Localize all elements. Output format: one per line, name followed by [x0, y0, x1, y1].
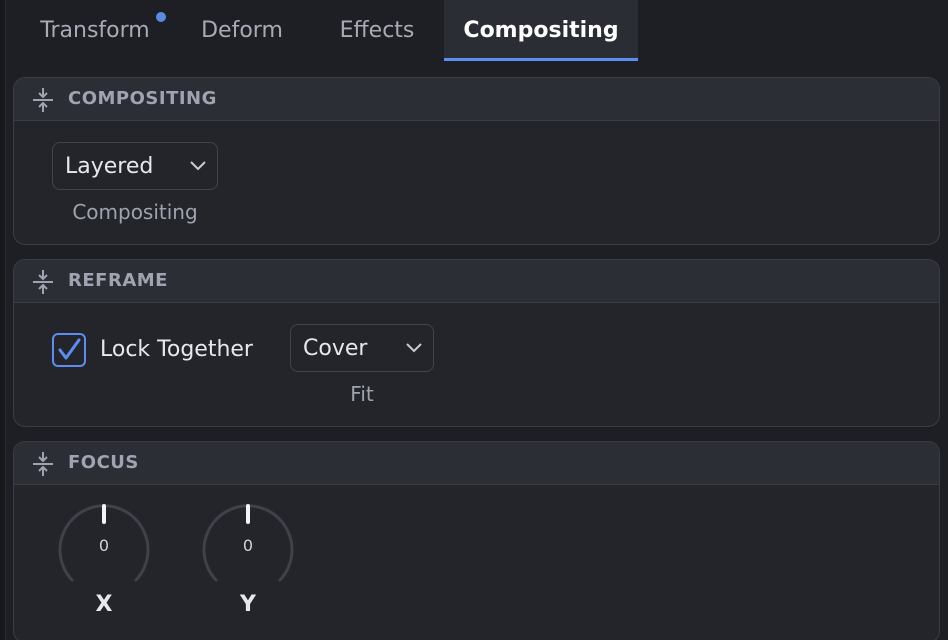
tab-compositing[interactable]: Compositing	[444, 0, 638, 61]
tab-effects-label: Effects	[339, 18, 415, 43]
tab-deform[interactable]: Deform	[186, 0, 298, 60]
tab-compositing-label: Compositing	[463, 18, 619, 43]
lock-together-label[interactable]: Lock Together	[100, 333, 253, 367]
chevron-down-icon	[406, 343, 422, 353]
reframe-section: REFRAME Lock Together Cover Fit	[13, 259, 940, 427]
tab-transform[interactable]: Transform	[20, 0, 170, 60]
focus-y-value: 0	[242, 536, 254, 555]
reframe-section-header[interactable]: REFRAME	[14, 260, 939, 303]
compositing-section-header[interactable]: COMPOSITING	[14, 78, 939, 121]
tab-indicator-dot	[156, 12, 166, 22]
compositing-dropdown-value: Layered	[65, 154, 154, 179]
fit-dropdown[interactable]: Cover	[290, 324, 434, 372]
focus-section-header[interactable]: FOCUS	[14, 442, 939, 485]
compositing-dropdown[interactable]: Layered	[52, 142, 218, 190]
fit-dropdown-value: Cover	[303, 336, 368, 361]
panel-left-edge	[0, 0, 6, 640]
inspector-panel: Transform Deform Effects Compositing COM…	[0, 0, 948, 640]
compositing-section-title: COMPOSITING	[68, 88, 217, 109]
focus-x-label: X	[95, 592, 113, 617]
tab-transform-label: Transform	[40, 18, 150, 43]
fit-dropdown-caption: Fit	[350, 382, 374, 406]
compositing-dropdown-caption: Compositing	[72, 200, 198, 224]
focus-x-knob[interactable]: 0	[56, 500, 152, 596]
reframe-section-title: REFRAME	[68, 270, 168, 291]
collapse-icon[interactable]	[32, 269, 54, 295]
focus-x-value: 0	[98, 536, 110, 555]
tab-bar: Transform Deform Effects Compositing	[6, 0, 948, 62]
tab-effects[interactable]: Effects	[326, 0, 428, 60]
focus-y-knob[interactable]: 0	[200, 500, 296, 596]
lock-together-checkbox[interactable]	[52, 333, 86, 367]
focus-section-title: FOCUS	[68, 452, 139, 473]
checkmark-icon	[58, 338, 81, 360]
chevron-down-icon	[190, 161, 206, 171]
focus-section: FOCUS 0 X 0 Y	[13, 441, 940, 640]
compositing-section: COMPOSITING Layered Compositing	[13, 77, 940, 245]
tab-deform-label: Deform	[201, 18, 283, 43]
collapse-icon[interactable]	[32, 87, 54, 113]
collapse-icon[interactable]	[32, 451, 54, 477]
focus-y-label: Y	[240, 592, 256, 617]
